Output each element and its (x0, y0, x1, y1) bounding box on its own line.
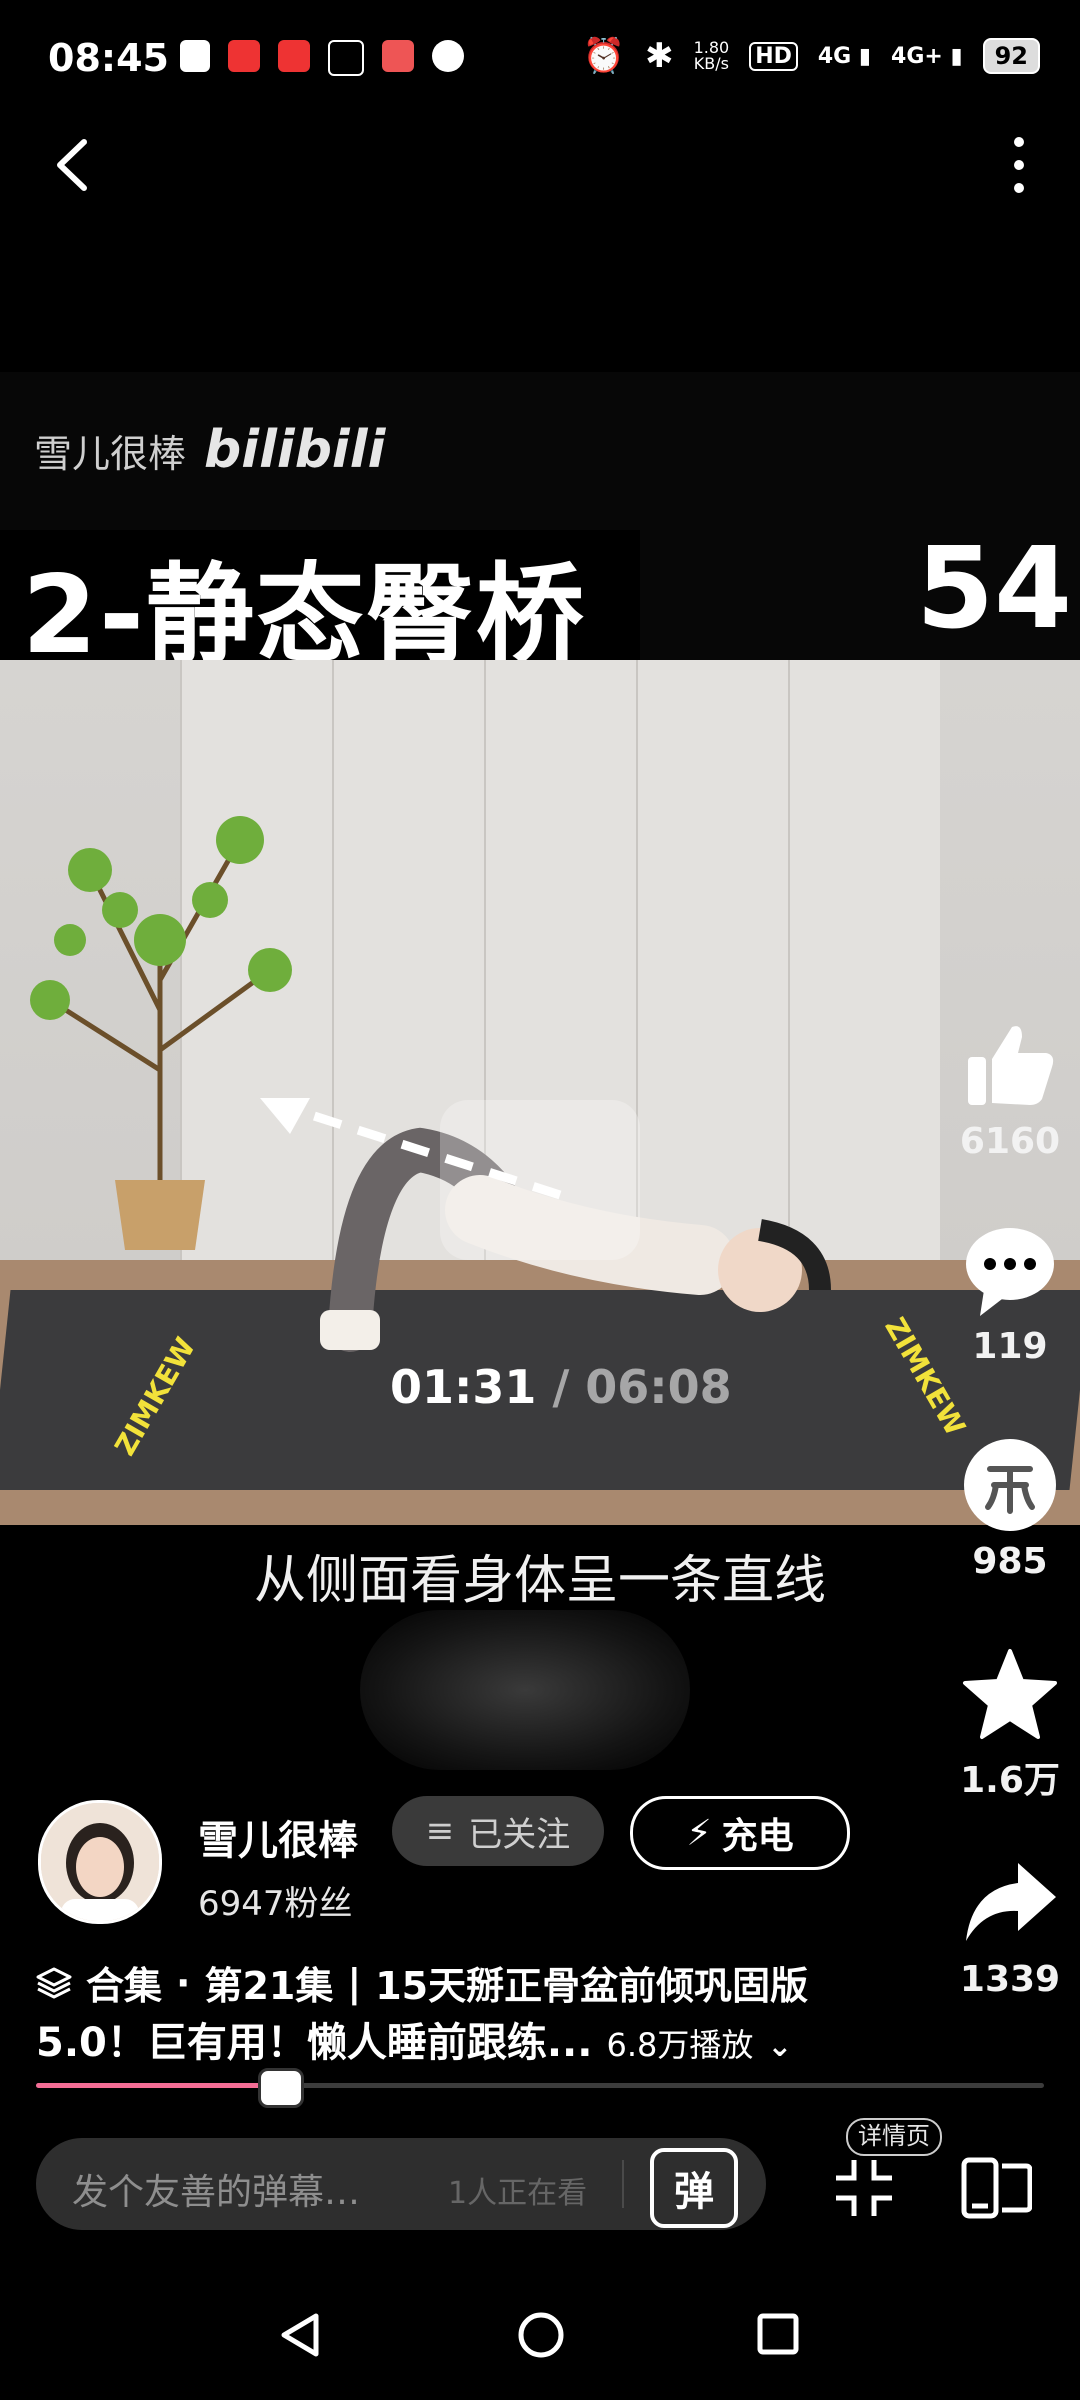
video-description-line1[interactable]: 合集 · 第21集 | 15天掰正骨盆前倾巩固版 (36, 1955, 808, 2010)
comment-action[interactable]: 119 (940, 1220, 1080, 1367)
followed-label: 已关注 (468, 1814, 571, 1855)
comment-icon[interactable] (960, 1220, 1060, 1320)
fish-app-icon (328, 40, 364, 76)
food-app-icon (382, 40, 414, 72)
exit-fullscreen-icon[interactable] (832, 2156, 896, 2220)
divider: | (347, 1960, 362, 2005)
play-pause-icon[interactable] (440, 1100, 640, 1260)
battery-level: 92 (982, 38, 1040, 74)
shopping-app-icon (278, 40, 310, 72)
followed-button[interactable]: ≡ 已关注 (392, 1796, 604, 1866)
favorite-count: 1.6万 (960, 1760, 1060, 1801)
more-options-icon[interactable] (1004, 130, 1034, 200)
layers-icon (36, 1967, 72, 1998)
nav-recent-apps-icon[interactable] (756, 2312, 800, 2356)
author-avatar[interactable] (38, 1800, 162, 1924)
back-arrow-icon[interactable] (46, 130, 106, 200)
nav-back-icon[interactable] (276, 2310, 326, 2360)
episode-label: 第21集 (204, 1964, 334, 2008)
share-action[interactable]: 1339 (940, 1853, 1080, 2000)
danmaku-input[interactable]: 发个友善的弹幕… (72, 2163, 360, 2215)
video-player[interactable]: ZIMKEW ZIMKEW 01:31 / 06:08 (0, 660, 1080, 1525)
favorite-action[interactable]: 1.6万 (940, 1645, 1080, 1803)
danmaku-toggle-button[interactable]: 弹 (650, 2148, 738, 2228)
net-speed: 1.80 KB/s (693, 38, 730, 73)
total-time: / 06:08 (536, 1360, 732, 1414)
comment-count: 119 (972, 1326, 1048, 1367)
nav-home-icon[interactable] (516, 2310, 566, 2360)
chat-bubble-icon (432, 40, 464, 72)
status-time: 08:45 (48, 36, 169, 80)
author-fans: 6947粉丝 (198, 1884, 353, 1924)
charge-label: 充电 (721, 1816, 794, 1857)
coin-action[interactable]: 985 (940, 1435, 1080, 1582)
telegram-icon (180, 40, 210, 72)
alarm-icon: ⏰ (582, 36, 626, 76)
signal-icon-2: 4G+ ▮ (891, 43, 963, 69)
bilibili-logo: bilibili (204, 420, 386, 480)
progress-fill (36, 2083, 278, 2088)
video-rep-count: 54 (916, 524, 1072, 654)
hd-icon: HD (749, 41, 798, 71)
share-count: 1339 (959, 1959, 1061, 2000)
playback-time: 01:31 / 06:08 (390, 1360, 732, 1414)
title-line1: 15天掰正骨盆前倾巩固版 (375, 1964, 809, 2008)
watermark-author: 雪儿很棒 (34, 431, 187, 476)
lightning-icon: ⚡ (686, 1812, 712, 1854)
menu-lines-icon: ≡ (425, 1811, 455, 1851)
signal-icon: 4G ▮ (817, 43, 872, 69)
thumbs-up-icon[interactable] (960, 1015, 1060, 1115)
cloud-decoration (360, 1610, 690, 1770)
video-watermark: 雪儿很棒 bilibili (34, 420, 385, 480)
coin-count: 985 (972, 1541, 1048, 1582)
separator: · (176, 1960, 191, 2005)
coin-icon[interactable] (960, 1435, 1060, 1535)
rotate-screen-icon[interactable] (960, 2156, 1032, 2220)
app-notification-icon (228, 40, 260, 72)
input-divider (622, 2160, 624, 2208)
current-time: 01:31 (390, 1360, 537, 1414)
like-action[interactable]: 6160 (940, 1015, 1080, 1162)
chevron-down-icon[interactable]: ⌄ (767, 2029, 792, 2064)
notification-icons (180, 40, 464, 76)
author-name[interactable]: 雪儿很棒 (198, 1808, 358, 1866)
video-subtitle: 从侧面看身体呈一条直线 (253, 1551, 826, 1611)
play-count: 6.8万播放 (606, 2026, 754, 2064)
detail-page-label[interactable]: 详情页 (846, 2118, 942, 2156)
charge-button[interactable]: ⚡ 充电 (630, 1796, 850, 1870)
collection-label: 合集 (86, 1964, 163, 2008)
system-status-icons: ⏰ ✱ 1.80 KB/s HD 4G ▮ 4G+ ▮ 92 (583, 36, 1040, 76)
video-description-line2[interactable]: 5.0！巨有用！懒人睡前跟练... 6.8万播放 ⌄ (36, 2010, 792, 2068)
title-line2: 5.0！巨有用！懒人睡前跟练... (36, 2020, 593, 2066)
progress-thumb-icon[interactable] (258, 2068, 304, 2108)
like-count: 6160 (959, 1121, 1061, 1162)
avatar-portrait (41, 1803, 159, 1921)
star-icon[interactable] (960, 1645, 1060, 1745)
bluetooth-icon: ✱ (645, 36, 674, 76)
viewers-watching: 1人正在看 (448, 2176, 588, 2211)
share-arrow-icon[interactable] (960, 1853, 1060, 1953)
